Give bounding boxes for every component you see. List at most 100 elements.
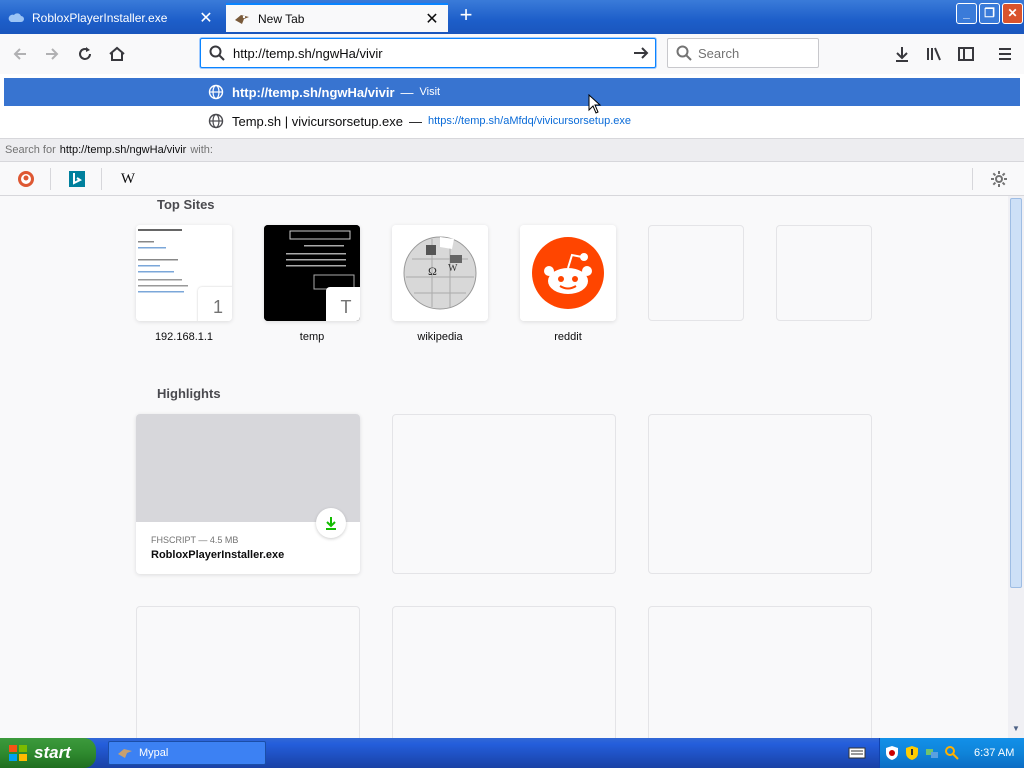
- tab-label: New Tab: [258, 11, 305, 26]
- sidebar-icon: [958, 47, 974, 61]
- site-thumbnail: Ω W: [392, 225, 488, 321]
- duckduckgo-engine-button[interactable]: [15, 168, 37, 190]
- site-thumbnail: [520, 225, 616, 321]
- highlight-card[interactable]: FHSCRIPT — 4.5 MB RobloxPlayerInstaller.…: [136, 414, 360, 574]
- search-settings-button[interactable]: [988, 168, 1010, 190]
- reload-icon: [79, 47, 91, 60]
- globe-icon: [208, 113, 224, 129]
- scroll-down-arrow-icon[interactable]: ▼: [1010, 724, 1022, 736]
- tab-roblox-installer[interactable]: RobloxPlayerInstaller.exe ✕: [0, 3, 222, 32]
- top-site-empty-slot[interactable]: [776, 225, 872, 321]
- navigation-toolbar: http://temp.sh/ngwHa/vivir Search: [0, 34, 1024, 74]
- download-icon: [896, 47, 908, 62]
- search-icon[interactable]: [944, 745, 960, 761]
- shield-icon[interactable]: [884, 745, 900, 761]
- suggestion-url: https://temp.sh/aMfdq/vivicursorsetup.ex…: [428, 115, 631, 127]
- highlight-empty-slot: [392, 606, 616, 738]
- taskbar-item-label: Mypal: [139, 747, 169, 759]
- top-site-tile[interactable]: reddit: [520, 225, 616, 343]
- suggestion-separator: —: [409, 113, 422, 129]
- download-badge: [316, 508, 346, 538]
- search-engines-bar: W: [0, 162, 1024, 196]
- taskbar-item-mypal[interactable]: Mypal: [108, 741, 266, 765]
- title-bar: RobloxPlayerInstaller.exe ✕ New Tab ✕ + …: [0, 0, 1024, 34]
- wikipedia-engine-button[interactable]: W: [117, 168, 139, 190]
- autocomplete-row[interactable]: Temp.sh | vivicursorsetup.exe — https://…: [4, 107, 1020, 135]
- wikipedia-globe-icon: Ω W: [392, 225, 488, 321]
- library-icon: [927, 47, 941, 61]
- sidebar-button[interactable]: [952, 40, 980, 68]
- bing-icon: [69, 171, 85, 187]
- security-shield-icon[interactable]: [904, 745, 920, 761]
- start-button[interactable]: start: [0, 738, 96, 768]
- site-letter-badge: T: [326, 287, 360, 321]
- close-window-button[interactable]: ✕: [1002, 3, 1023, 24]
- menu-button[interactable]: [991, 40, 1019, 68]
- autocomplete-row-selected[interactable]: http://temp.sh/ngwHa/vivir — Visit: [4, 78, 1020, 106]
- site-letter-badge: 1: [198, 287, 232, 321]
- forward-arrow-icon: [46, 48, 59, 60]
- keyboard-icon[interactable]: [848, 746, 866, 760]
- mypal-bird-icon: [234, 11, 250, 27]
- top-site-tile[interactable]: T temp: [264, 225, 360, 343]
- scrollbar-thumb[interactable]: [1010, 198, 1022, 588]
- new-tab-button[interactable]: +: [454, 4, 478, 28]
- card-preview-image: [136, 414, 360, 522]
- network-icon[interactable]: [924, 745, 940, 761]
- search-for-suffix: with:: [190, 144, 213, 156]
- site-name: reddit: [554, 331, 582, 343]
- downloads-button[interactable]: [888, 40, 916, 68]
- card-title: RobloxPlayerInstaller.exe: [151, 549, 285, 561]
- hamburger-menu-icon: [999, 48, 1011, 60]
- bing-engine-button[interactable]: [66, 168, 88, 190]
- windows-logo-icon: [9, 745, 27, 761]
- home-icon: [109, 46, 125, 61]
- forward-button[interactable]: [38, 40, 66, 68]
- site-thumbnail: 1: [136, 225, 232, 321]
- tab-label: RobloxPlayerInstaller.exe: [32, 10, 168, 25]
- gear-icon: [991, 171, 1007, 187]
- card-meta: FHSCRIPT — 4.5 MB: [151, 535, 239, 545]
- url-bar[interactable]: http://temp.sh/ngwHa/vivir: [200, 38, 656, 68]
- site-name: wikipedia: [417, 331, 463, 343]
- start-label: start: [34, 743, 71, 762]
- highlight-empty-slot: [136, 606, 360, 738]
- reload-button[interactable]: [71, 40, 99, 68]
- divider: [101, 168, 102, 190]
- minimize-button[interactable]: _: [956, 3, 977, 24]
- search-for-prefix: Search for: [5, 144, 56, 156]
- go-arrow-icon[interactable]: [631, 43, 651, 63]
- empty-placeholder: [776, 225, 872, 321]
- tab-new-tab[interactable]: New Tab ✕: [226, 3, 448, 32]
- url-input[interactable]: http://temp.sh/ngwHa/vivir: [233, 46, 383, 61]
- empty-placeholder: [648, 225, 744, 321]
- suggestion-separator: —: [400, 84, 414, 100]
- site-thumbnail: T: [264, 225, 360, 321]
- svg-text:W: W: [448, 263, 458, 274]
- download-icon: [326, 517, 336, 530]
- mypal-bird-icon: [118, 749, 132, 758]
- site-name: 192.168.1.1: [154, 331, 214, 343]
- suggestion-url: http://temp.sh/ngwHa/vivir: [232, 84, 395, 100]
- vertical-scrollbar[interactable]: ▼: [1008, 196, 1024, 738]
- close-tab-icon[interactable]: ✕: [198, 8, 214, 28]
- search-box[interactable]: Search: [667, 38, 819, 68]
- top-site-tile[interactable]: Ω W wikipedia: [392, 225, 488, 343]
- autocomplete-popup: http://temp.sh/ngwHa/vivir — Visit Temp.…: [0, 74, 1024, 138]
- taskbar: start Mypal 6:37 AM: [0, 738, 1024, 768]
- highlight-empty-slot: [392, 414, 616, 574]
- top-site-tile[interactable]: 1 192.168.1.1: [136, 225, 232, 343]
- search-icon: [676, 45, 692, 61]
- cloud-icon: [8, 10, 24, 26]
- close-tab-icon[interactable]: ✕: [424, 9, 440, 29]
- top-site-empty-slot[interactable]: [648, 225, 744, 321]
- library-button[interactable]: [920, 40, 948, 68]
- divider: [50, 168, 51, 190]
- divider: [972, 168, 973, 190]
- maximize-button[interactable]: ❐: [979, 3, 1000, 24]
- highlight-empty-slot: [648, 606, 872, 738]
- home-button[interactable]: [103, 40, 131, 68]
- highlight-empty-slot: [648, 414, 872, 574]
- back-button[interactable]: [6, 40, 34, 68]
- mouse-cursor-icon: [588, 94, 602, 114]
